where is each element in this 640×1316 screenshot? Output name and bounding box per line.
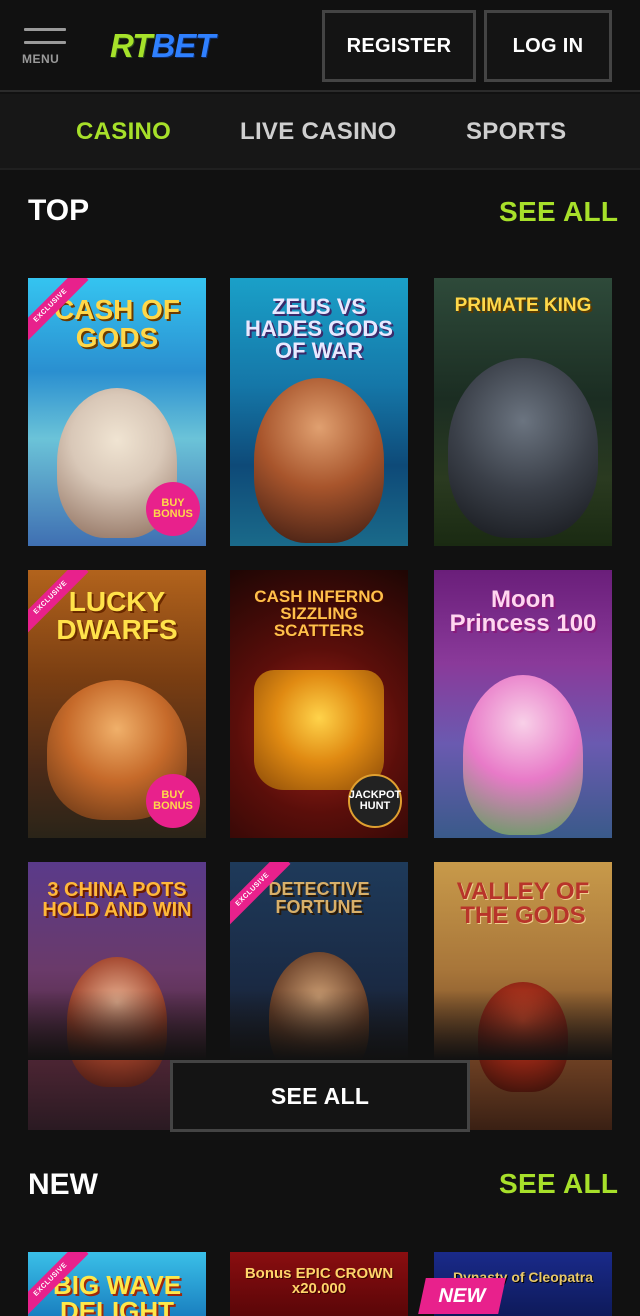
tab-sports[interactable]: SPORTS: [466, 94, 566, 170]
gorilla-figure: [448, 358, 598, 538]
logo-bet-text: BET: [151, 27, 215, 64]
game-tile-lucky-dwarfs[interactable]: LUCKY DWARFS EXCLUSIVE BUY BONUS: [28, 570, 206, 838]
grid-fade-overlay: [0, 990, 640, 1060]
game-title: VALLEY OF THE GODS: [456, 878, 590, 929]
game-title: Bonus EPIC CROWN x20.000: [244, 1265, 394, 1297]
section-title-top: TOP: [28, 194, 90, 227]
game-title: Moon Princess 100: [449, 586, 597, 637]
buy-bonus-badge: BUY BONUS: [146, 482, 200, 536]
logo-rt-text: RT: [110, 27, 152, 64]
category-nav: CASINO LIVE CASINO SPORTS: [0, 94, 640, 170]
game-tile-epic-crown[interactable]: Bonus EPIC CROWN x20.000: [230, 1252, 408, 1316]
crown-figure: [254, 670, 384, 790]
game-tile-cash-inferno[interactable]: CASH INFERNO SIZZLING SCATTERS JACKPOT H…: [230, 570, 408, 838]
login-button[interactable]: LOG IN: [484, 10, 612, 82]
jackpot-hunt-badge: JACKPOT HUNT: [348, 774, 402, 828]
top-see-all-button[interactable]: SEE ALL: [170, 1060, 470, 1132]
rtbet-logo[interactable]: RT BET: [110, 24, 215, 68]
new-flag-badge: NEW: [418, 1278, 506, 1314]
hades-figure: [254, 378, 384, 543]
tab-live-casino[interactable]: LIVE CASINO: [240, 94, 397, 170]
new-see-all-link[interactable]: SEE ALL: [499, 1168, 618, 1200]
header: MENU RT BET REGISTER LOG IN: [0, 0, 640, 92]
hamburger-icon: [24, 28, 66, 31]
top-see-all-link[interactable]: SEE ALL: [499, 196, 618, 228]
game-tile-big-wave-delight[interactable]: BIG WAVE DELIGHT EXCLUSIVE: [28, 1252, 206, 1316]
hamburger-icon-bar: [24, 41, 66, 44]
princess-figure: [463, 675, 583, 835]
game-title: PRIMATE KING: [454, 295, 592, 316]
section-title-new: NEW: [28, 1168, 98, 1201]
register-button[interactable]: REGISTER: [322, 10, 476, 82]
menu-button[interactable]: MENU: [22, 26, 70, 68]
tab-casino[interactable]: CASINO: [76, 94, 171, 170]
game-tile-moon-princess-100[interactable]: Moon Princess 100: [434, 570, 612, 838]
game-title: 3 CHINA POTS HOLD AND WIN: [42, 879, 192, 921]
buy-bonus-badge: BUY BONUS: [146, 774, 200, 828]
game-title: CASH INFERNO SIZZLING SCATTERS: [254, 587, 384, 640]
game-tile-cash-of-gods[interactable]: CASH OF GODS EXCLUSIVE BUY BONUS: [28, 278, 206, 546]
game-title: ZEUS VS HADES GODS OF WAR: [245, 294, 393, 363]
game-tile-primate-king[interactable]: PRIMATE KING: [434, 278, 612, 546]
game-tile-zeus-vs-hades[interactable]: ZEUS VS HADES GODS OF WAR: [230, 278, 408, 546]
menu-label: MENU: [22, 52, 60, 66]
